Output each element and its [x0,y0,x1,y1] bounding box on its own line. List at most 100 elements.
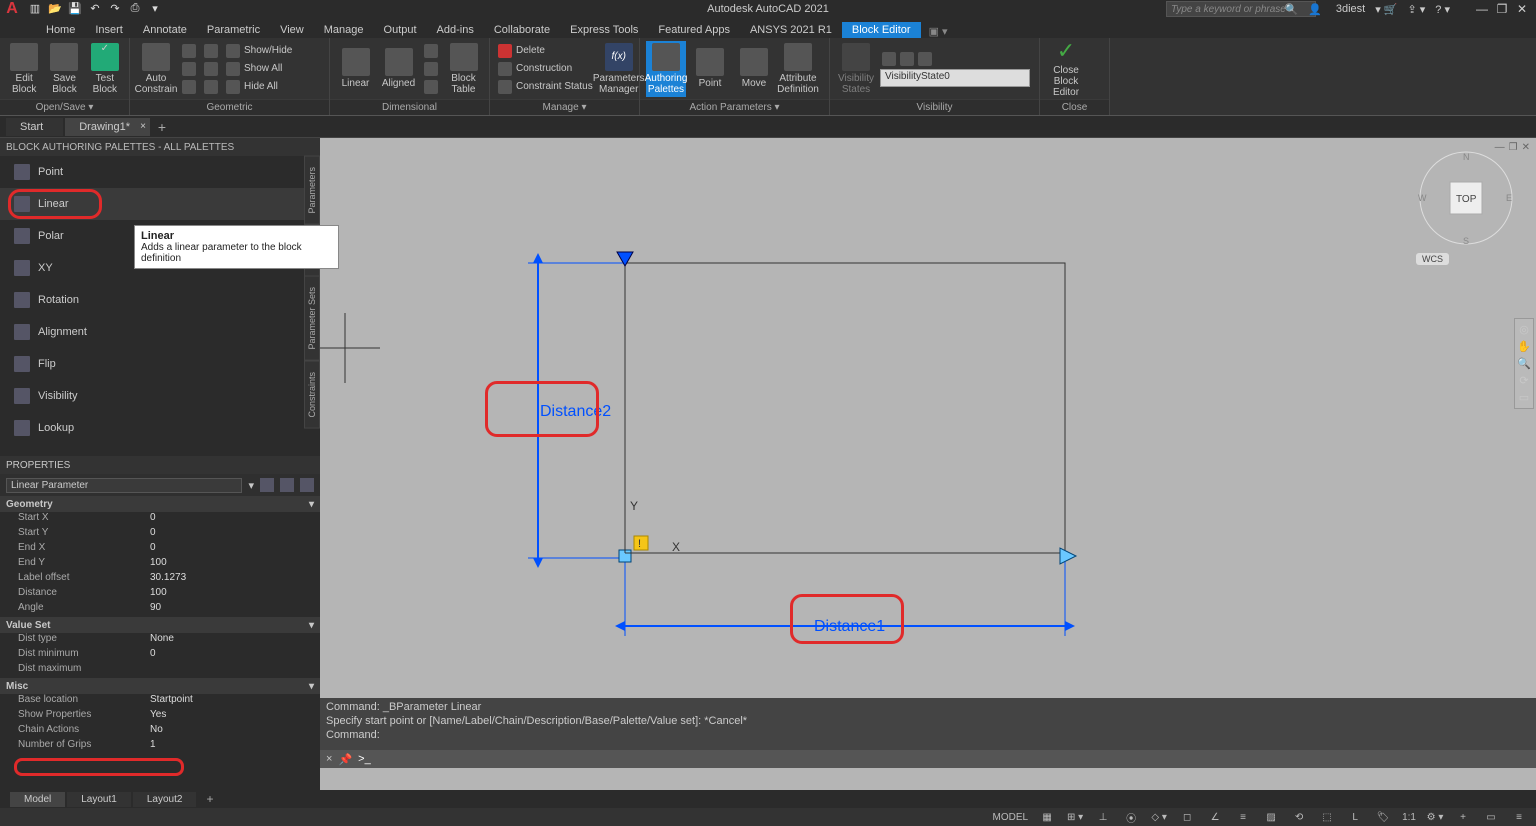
tab-addins[interactable]: Add-ins [427,22,484,38]
maximize-button[interactable]: ❐ [1494,2,1510,16]
minimize-button[interactable]: — [1474,2,1490,16]
auto-constrain-button[interactable]: Auto Constrain [136,41,176,97]
search-icon[interactable]: 🔍 [1284,3,1298,16]
tab-block-editor[interactable]: Block Editor [842,22,921,38]
view-cube[interactable]: N S E W TOP WCS [1416,148,1516,248]
palette-tab-parameters[interactable]: Parameters [304,156,320,225]
test-block-button[interactable]: ✓Test Block [87,41,123,97]
dim-linear-button[interactable]: Linear [336,41,375,97]
palette-item-lookup[interactable]: Lookup [0,412,320,444]
vis1-button[interactable] [880,51,1030,67]
status-model[interactable]: MODEL [993,812,1029,823]
construction-button[interactable]: Construction [496,61,595,77]
qat-new-icon[interactable]: ▥ [28,2,42,16]
status-scale[interactable]: 1:1 [1402,812,1416,823]
dim-aligned-button[interactable]: Aligned [379,41,418,97]
status-gear-icon[interactable]: ⚙ ▾ [1426,812,1444,823]
prop-section-geometry[interactable]: Geometry▾ [0,496,320,512]
tab-output[interactable]: Output [374,22,427,38]
navbar-pan-icon[interactable]: ✋ [1517,340,1531,353]
tab-ansys[interactable]: ANSYS 2021 R1 [740,22,842,38]
block-table-button[interactable]: Block Table [444,41,483,97]
palette-item-rotation[interactable]: Rotation [0,284,320,316]
ribbon-collapse-icon[interactable]: ▣ ▾ [929,25,948,38]
prop-section-misc[interactable]: Misc▾ [0,678,320,694]
panel-opensave-title[interactable]: Open/Save ▾ [0,99,129,115]
prop-section-value-set[interactable]: Value Set▾ [0,617,320,633]
palette-tab-parameter-sets[interactable]: Parameter Sets [304,276,320,361]
status-transparency-icon[interactable]: ▨ [1262,812,1280,823]
gc6-button[interactable] [202,79,220,95]
tab-layout2[interactable]: Layout2 [133,792,197,807]
status-anno-icon[interactable]: 🏷 [1374,812,1392,823]
quick-select-icon[interactable] [260,478,274,492]
status-cycling-icon[interactable]: ⟲ [1290,812,1308,823]
canvas-close-icon[interactable]: ✕ [1522,142,1530,153]
save-block-button[interactable]: Save Block [46,41,82,97]
navbar-wheel-icon[interactable]: ◎ [1519,323,1529,336]
prop-row-end-x[interactable]: End X0 [0,542,320,557]
tab-insert[interactable]: Insert [85,22,133,38]
prop-row-start-y[interactable]: Start Y0 [0,527,320,542]
edit-block-button[interactable]: Edit Block [6,41,42,97]
gc5-button[interactable] [202,61,220,77]
hide-all-button[interactable]: Hide All [224,79,294,95]
close-block-editor-button[interactable]: ✓Close Block Editor [1046,41,1086,97]
attribute-definition-button[interactable]: Attribute Definition [778,41,818,97]
gc3-button[interactable] [180,79,198,95]
gc4-button[interactable] [202,43,220,59]
prop-row-label-offset[interactable]: Label offset30.1273 [0,572,320,587]
prop-row-dist-type[interactable]: Dist typeNone [0,633,320,648]
status-snap-icon[interactable]: ⊞ ▾ [1066,812,1084,823]
prop-row-dist-maximum[interactable]: Dist maximum [0,663,320,678]
tab-home[interactable]: Home [36,22,85,38]
tab-collaborate[interactable]: Collaborate [484,22,560,38]
cmd-pin-icon[interactable]: 📌 [338,753,352,766]
status-grid-icon[interactable]: ▦ [1038,812,1056,823]
move-action-button[interactable]: Move [734,41,774,97]
share-icon[interactable]: ⇪ ▾ [1408,3,1426,16]
prop-arrow-icon[interactable]: ▾ [248,479,254,492]
tab-featured-apps[interactable]: Featured Apps [648,22,740,38]
palette-item-alignment[interactable]: Alignment [0,316,320,348]
dim2-button[interactable] [422,61,440,77]
delete-button[interactable]: Delete [496,43,595,59]
command-window[interactable]: Command: _BParameter Linear Specify star… [320,698,1536,768]
prop-row-show-properties[interactable]: Show PropertiesYes [0,709,320,724]
qat-save-icon[interactable]: 💾 [68,2,82,16]
new-doc-button[interactable]: + [152,119,172,135]
prop-row-distance[interactable]: Distance100 [0,587,320,602]
palette-item-point[interactable]: Point [0,156,320,188]
tab-annotate[interactable]: Annotate [133,22,197,38]
navbar-zoom-icon[interactable]: 🔍 [1517,357,1531,370]
qat-more-icon[interactable]: ▾ [148,2,162,16]
prop-row-chain-actions[interactable]: Chain ActionsNo [0,724,320,739]
status-ortho-icon[interactable]: ⊥ [1094,812,1112,823]
tab-view[interactable]: View [270,22,314,38]
status-osnap-icon[interactable]: ◻ [1178,812,1196,823]
cmd-close-icon[interactable]: × [326,753,332,765]
wcs-label[interactable]: WCS [1416,253,1449,265]
visibility-states-button[interactable]: Visibility States [836,41,876,97]
doc-tab-drawing1[interactable]: Drawing1*× [65,118,150,136]
palette-item-linear[interactable]: Linear [0,188,320,220]
status-polar-icon[interactable]: ⦿ [1122,810,1140,825]
status-clean-icon[interactable]: ▭ [1482,812,1500,823]
qat-open-icon[interactable]: 📂 [48,2,62,16]
drawing-canvas[interactable]: — ❐ ✕ Distance2 Distance1 [320,138,1536,790]
prop-row-angle[interactable]: Angle90 [0,602,320,617]
tab-model[interactable]: Model [10,792,65,807]
parameters-manager-button[interactable]: f(x)Parameters Manager [599,41,639,97]
pick-add-icon[interactable] [280,478,294,492]
prop-row-base-location[interactable]: Base locationStartpoint [0,694,320,709]
qat-print-icon[interactable]: ⎙ [128,2,142,16]
prop-row-dist-minimum[interactable]: Dist minimum0 [0,648,320,663]
constraint-status-button[interactable]: Constraint Status [496,79,595,95]
palette-item-flip[interactable]: Flip [0,348,320,380]
properties-object-dropdown[interactable] [6,478,242,493]
show-all-button[interactable]: Show All [224,61,294,77]
dim3-button[interactable] [422,79,440,95]
navbar-orbit-icon[interactable]: ⟳ [1519,374,1528,387]
authoring-palettes-button[interactable]: Authoring Palettes [646,41,686,97]
show-hide-button[interactable]: Show/Hide [224,43,294,59]
